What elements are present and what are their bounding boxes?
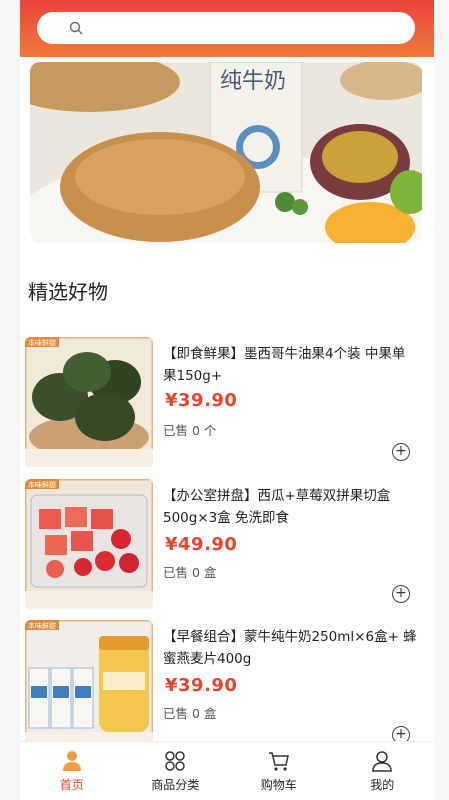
tab-label: 我的 xyxy=(370,778,395,792)
user-icon xyxy=(372,751,393,772)
product-price: ¥39.90 xyxy=(165,675,238,696)
search-bar[interactable] xyxy=(37,12,415,44)
product-sold: 已售 0 个 xyxy=(163,423,217,438)
banner-carousel[interactable]: 纯牛奶 xyxy=(30,62,422,243)
page: 纯牛奶 精选好物 本味鲜甜 【即食鲜果】墨西哥牛油果4个装 中果单果150g+ … xyxy=(20,0,434,800)
tab-label: 购物车 xyxy=(260,778,297,792)
tab-label: 商品分类 xyxy=(151,778,200,792)
product-sold: 已售 0 盒 xyxy=(163,706,217,721)
tab-category[interactable]: 商品分类 xyxy=(124,742,228,800)
product-thumbnail[interactable]: 本味鲜甜 xyxy=(25,337,153,467)
product-name[interactable]: 【早餐组合】蒙牛纯牛奶250ml×6盒+ 蜂蜜燕麦片400g xyxy=(163,626,418,670)
product-price: ¥49.90 xyxy=(165,534,238,555)
tab-cart[interactable]: 购物车 xyxy=(227,742,331,800)
section-title: 精选好物 xyxy=(28,280,108,304)
header xyxy=(20,0,434,57)
thumb-tag: 本味鲜甜 xyxy=(28,338,56,347)
cart-icon xyxy=(268,752,289,771)
category-icon xyxy=(165,751,185,771)
plus-icon: + xyxy=(395,443,407,459)
product-price: ¥39.90 xyxy=(165,390,238,411)
product-thumbnail[interactable]: 本味鲜甜 xyxy=(25,620,153,750)
carton-text: 纯牛奶 xyxy=(220,69,286,94)
add-to-cart-button[interactable]: + xyxy=(392,585,410,603)
search-input[interactable] xyxy=(91,16,395,42)
thumb-tag: 本味鲜甜 xyxy=(28,621,56,630)
home-icon xyxy=(62,751,81,771)
product-card[interactable]: 本味鲜甜 【办公室拼盘】西瓜+草莓双拼果切盒500g×3盒 免洗即食 ¥49.9… xyxy=(20,479,434,615)
search-icon xyxy=(69,21,83,35)
thumb-tag: 本味鲜甜 xyxy=(28,480,56,489)
plus-icon: + xyxy=(395,585,407,601)
product-card[interactable]: 本味鲜甜 【早餐组合】蒙牛纯牛奶250ml×6盒+ 蜂蜜燕麦片400g ¥39.… xyxy=(20,620,434,756)
tab-label: 首页 xyxy=(59,778,84,792)
banner-image: 纯牛奶 xyxy=(30,62,422,243)
product-sold: 已售 0 盒 xyxy=(163,565,217,580)
product-name[interactable]: 【办公室拼盘】西瓜+草莓双拼果切盒500g×3盒 免洗即食 xyxy=(163,485,418,529)
product-thumbnail[interactable]: 本味鲜甜 xyxy=(25,479,153,609)
add-to-cart-button[interactable]: + xyxy=(392,443,410,461)
tab-profile[interactable]: 我的 xyxy=(331,742,435,800)
product-card[interactable]: 本味鲜甜 【即食鲜果】墨西哥牛油果4个装 中果单果150g+ ¥39.90 已售… xyxy=(20,337,434,473)
product-name[interactable]: 【即食鲜果】墨西哥牛油果4个装 中果单果150g+ xyxy=(163,343,418,387)
tab-home[interactable]: 首页 xyxy=(20,742,124,800)
plus-icon: + xyxy=(395,726,407,742)
bottom-tab-bar: 首页 商品分类 购物车 我的 xyxy=(20,741,434,800)
